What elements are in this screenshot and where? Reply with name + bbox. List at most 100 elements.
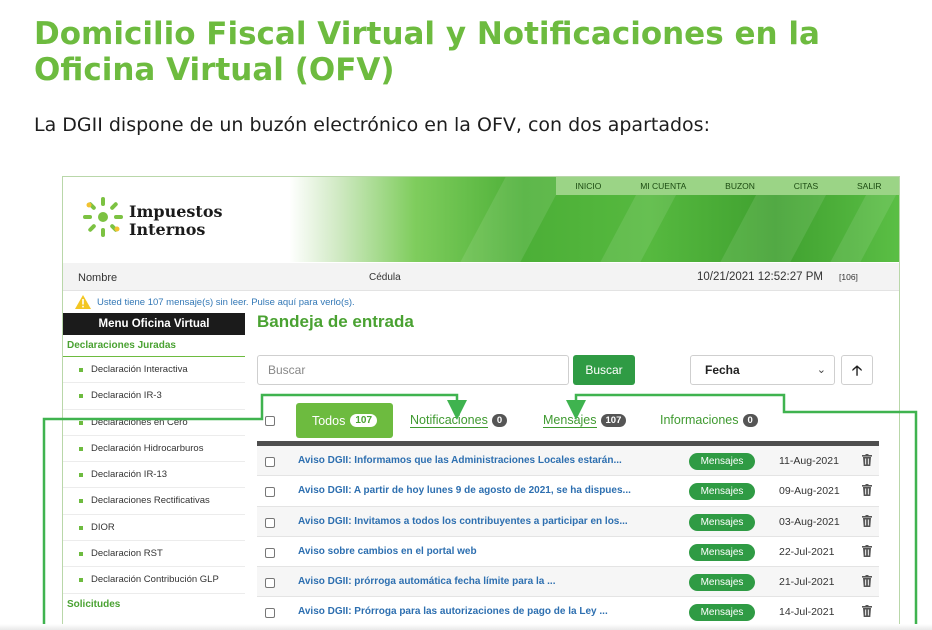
sidebar-item-dior[interactable]: DIOR [63, 515, 245, 542]
nav-citas[interactable]: CITAS [794, 181, 818, 191]
message-subject[interactable]: Aviso DGII: Prórroga para las autorizaci… [298, 606, 668, 617]
row-checkbox[interactable] [265, 517, 275, 528]
message-subject[interactable]: Aviso DGII: Invitamos a todos los contri… [298, 516, 668, 527]
header-banner: Impuestos Internos INICIO MI CUENTA BUZO… [63, 177, 899, 262]
nav-mi-cuenta[interactable]: MI CUENTA [640, 181, 686, 191]
sidebar-section-declaraciones[interactable]: Declaraciones Juradas [63, 335, 245, 357]
bullet-icon [79, 552, 83, 557]
message-date: 03-Aug-2021 [779, 515, 840, 528]
name-label: Nombre [78, 272, 118, 284]
trash-icon[interactable] [862, 484, 872, 497]
search-button[interactable]: Buscar [573, 355, 635, 385]
message-type-badge: Mensajes [689, 574, 755, 592]
message-subject[interactable]: Aviso DGII: A partir de hoy lunes 9 de a… [298, 485, 668, 496]
sidebar-item-rst[interactable]: Declaracion RST [63, 541, 245, 568]
tab-todos-count: 107 [350, 414, 378, 427]
row-checkbox[interactable] [265, 457, 275, 467]
sidebar-item-glp[interactable]: Declaración Contribución GLP [63, 567, 245, 594]
row-checkbox[interactable] [265, 487, 275, 498]
slide-subtitle: La DGII dispone de un buzón electrónico … [34, 114, 710, 136]
table-row[interactable]: Aviso DGII: prórroga automática fecha lí… [257, 567, 879, 598]
table-row[interactable]: Aviso DGII: Informamos que las Administr… [257, 446, 879, 477]
tab-informaciones[interactable]: Informaciones 0 [660, 413, 758, 427]
message-subject[interactable]: Aviso DGII: Informamos que las Administr… [298, 455, 668, 466]
bullet-icon [79, 473, 83, 478]
session-counter: [106] [839, 272, 858, 282]
table-row[interactable]: Aviso DGII: Invitamos a todos los contri… [257, 506, 879, 537]
inbox-title: Bandeja de entrada [257, 312, 414, 331]
unread-alert[interactable]: Usted tiene 107 mensaje(s) sin leer. Pul… [75, 293, 355, 311]
message-date: 21-Jul-2021 [779, 576, 835, 589]
table-row[interactable]: Aviso DGII: A partir de hoy lunes 9 de a… [257, 476, 879, 507]
sidebar-item-rectificativas[interactable]: Declaraciones Rectificativas [63, 488, 245, 515]
tab-mensajes-count: 107 [600, 414, 627, 427]
message-list: Aviso DGII: Informamos que las Administr… [257, 446, 879, 628]
trash-icon[interactable] [862, 514, 872, 527]
sidebar-item-ir3[interactable]: Declaración IR-3 [63, 383, 245, 410]
bullet-icon [79, 394, 83, 399]
select-all-checkbox[interactable] [265, 416, 275, 426]
row-checkbox[interactable] [265, 608, 275, 619]
tab-mensajes[interactable]: Mensajes 107 [543, 413, 627, 428]
bullet-icon [79, 525, 83, 530]
sidebar-section-solicitudes[interactable]: Solicitudes [63, 594, 245, 616]
sidebar-item-declaracion-interactiva[interactable]: Declaración Interactiva [63, 357, 245, 384]
unread-alert-text[interactable]: Usted tiene 107 mensaje(s) sin leer. Pul… [97, 297, 355, 308]
message-type-badge: Mensajes [689, 513, 755, 531]
bullet-icon [79, 420, 83, 425]
slide-bottom-edge [0, 624, 932, 630]
logo-sun-icon [83, 197, 123, 237]
row-checkbox[interactable] [265, 578, 275, 589]
warning-icon [75, 295, 91, 309]
message-date: 09-Aug-2021 [779, 485, 840, 498]
bullet-icon [79, 368, 83, 372]
message-type-badge: Mensajes [689, 604, 755, 622]
top-nav: INICIO MI CUENTA BUZON CITAS SALIR [556, 177, 899, 195]
tab-todos-label: Todos [311, 413, 346, 428]
sort-select[interactable]: Fecha ⌄ [690, 355, 835, 385]
tab-informaciones-count: 0 [742, 413, 758, 427]
tab-notificaciones-label: Notificaciones [410, 413, 488, 428]
nav-salir[interactable]: SALIR [857, 181, 882, 191]
trash-icon[interactable] [862, 454, 872, 466]
tab-notificaciones[interactable]: Notificaciones 0 [410, 413, 508, 428]
tab-todos[interactable]: Todos 107 [296, 403, 393, 438]
tab-informaciones-label: Informaciones [660, 413, 739, 427]
sidebar-item-hidrocarburos[interactable]: Declaración Hidrocarburos [63, 436, 245, 463]
sidebar-menu-title: Menu Oficina Virtual [63, 313, 245, 335]
sort-select-value: Fecha [705, 363, 740, 377]
message-date: 11-Aug-2021 [779, 455, 839, 467]
tab-notificaciones-count: 0 [491, 414, 508, 427]
message-type-badge: Mensajes [689, 453, 755, 470]
chevron-down-icon: ⌄ [816, 364, 826, 376]
nav-buzon[interactable]: BUZON [725, 181, 755, 191]
ofv-screenshot: Impuestos Internos INICIO MI CUENTA BUZO… [62, 176, 900, 630]
table-row[interactable]: Aviso sobre cambios en el portal web Men… [257, 537, 879, 568]
row-checkbox[interactable] [265, 547, 275, 558]
trash-icon[interactable] [862, 544, 872, 557]
slide-title: Domicilio Fiscal Virtual y Notificacione… [34, 16, 820, 88]
sidebar-item-ir13[interactable]: Declaración IR-13 [63, 462, 245, 489]
trash-icon[interactable] [862, 605, 872, 618]
bullet-icon [79, 499, 83, 504]
message-subject[interactable]: Aviso sobre cambios en el portal web [298, 546, 668, 557]
sidebar-item-declaraciones-cero[interactable]: Declaraciones en Cero [63, 410, 245, 436]
message-type-badge: Mensajes [689, 483, 755, 501]
bullet-icon [79, 446, 83, 451]
logo-text-1: Impuestos [129, 202, 223, 221]
message-subject[interactable]: Aviso DGII: prórroga automática fecha lí… [298, 576, 668, 587]
user-info-row: Nombre Cédula 10/21/2021 12:52:27 PM [10… [63, 263, 899, 291]
arrow-up-icon: 🡡 [851, 362, 863, 378]
message-type-badge: Mensajes [689, 543, 755, 561]
message-date: 14-Jul-2021 [779, 606, 835, 619]
search-input[interactable] [257, 355, 569, 385]
datetime: 10/21/2021 12:52:27 PM [697, 271, 823, 283]
nav-inicio[interactable]: INICIO [575, 181, 601, 191]
message-date: 22-Jul-2021 [779, 545, 835, 558]
trash-icon[interactable] [862, 575, 872, 588]
sidebar-menu: Menu Oficina Virtual Declaraciones Jurad… [63, 313, 245, 629]
tab-mensajes-label: Mensajes [543, 413, 597, 428]
sort-direction-button[interactable]: 🡡 [841, 355, 873, 385]
dgii-logo[interactable]: Impuestos Internos [81, 193, 231, 243]
id-label: Cédula [369, 272, 401, 283]
